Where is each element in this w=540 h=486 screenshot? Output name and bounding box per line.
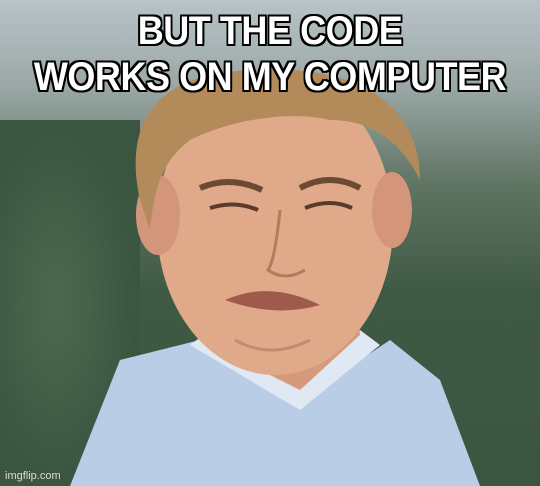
meme-image: BUT THE CODE WORKS ON MY COMPUTER imgfli… [0,0,540,486]
caption-line-1: BUT THE CODE [137,9,403,53]
watermark: imgflip.com [5,470,61,482]
caption-line-2: WORKS ON MY COMPUTER [33,55,507,99]
